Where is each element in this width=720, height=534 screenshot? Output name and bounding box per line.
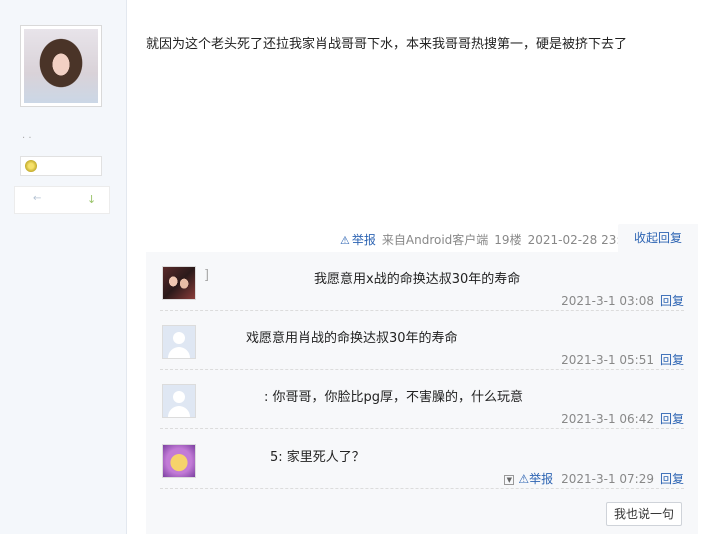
reply-button[interactable]: 回复 bbox=[660, 353, 684, 367]
member-badge[interactable] bbox=[20, 156, 102, 176]
default-avatar-icon[interactable] bbox=[162, 325, 196, 359]
reply-text: 戏愿意用肖战的命换达叔30年的寿命 bbox=[246, 331, 458, 346]
reply-time: 2021-3-1 06:42 bbox=[561, 412, 654, 426]
reply-button[interactable]: 回复 bbox=[660, 294, 684, 308]
add-comment-button[interactable]: 我也说一句 bbox=[606, 502, 682, 526]
reply-button[interactable]: 回复 bbox=[660, 412, 684, 426]
default-avatar-icon[interactable] bbox=[162, 384, 196, 418]
level-box: ← ↓ bbox=[14, 186, 110, 214]
username-dots: . . bbox=[22, 130, 32, 141]
reply-username-fragment: ] bbox=[204, 268, 210, 283]
reply-meta: 2021-3-1 05:51 回复 bbox=[561, 351, 684, 368]
reply-item: 戏愿意用肖战的命换达叔30年的寿命 2021-3-1 05:51 回复 bbox=[160, 313, 684, 370]
user-sidebar: . . ← ↓ bbox=[0, 0, 127, 534]
user-avatar[interactable] bbox=[20, 25, 102, 107]
warning-icon: ⚠ bbox=[518, 472, 530, 486]
warning-icon: ⚠ bbox=[340, 234, 350, 247]
report-link[interactable]: 举报 bbox=[352, 233, 376, 247]
reply-meta: ▼ ⚠举报 2021-3-1 07:29 回复 bbox=[504, 470, 684, 487]
reply-text: : 你哥哥，你脸比pg厚，不害臊的，什么玩意 bbox=[264, 390, 524, 405]
medal-icon bbox=[25, 160, 37, 172]
post-meta: ⚠ 举报 来自Android客户端 19楼 2021-02-28 23:58 bbox=[340, 231, 636, 248]
collapse-replies-button[interactable]: 收起回复 bbox=[618, 224, 698, 252]
reply-text: 我愿意用x战的命换达叔30年的寿命 bbox=[314, 272, 521, 287]
reply-avatar[interactable] bbox=[162, 444, 196, 478]
arrow-left-icon: ← bbox=[33, 193, 42, 204]
reply-time: 2021-3-1 07:29 bbox=[561, 472, 654, 486]
post-content: 就因为这个老头死了还拉我家肖战哥哥下水，本来我哥哥热搜第一，硬是被挤下去了 bbox=[146, 37, 628, 52]
reply-time: 2021-3-1 03:08 bbox=[561, 294, 654, 308]
post-source: 来自Android客户端 bbox=[381, 233, 489, 247]
reply-item: : 你哥哥，你脸比pg厚，不害臊的，什么玩意 2021-3-1 06:42 回复 bbox=[160, 372, 684, 429]
reply-meta: 2021-3-1 06:42 回复 bbox=[561, 410, 684, 427]
dropdown-icon[interactable]: ▼ bbox=[504, 474, 515, 485]
report-link[interactable]: ⚠举报 bbox=[518, 472, 553, 486]
reply-text: 5: 家里死人了？ bbox=[270, 450, 365, 465]
reply-meta: 2021-3-1 03:08 回复 bbox=[561, 292, 684, 309]
avatar-photo bbox=[24, 29, 98, 103]
reply-time: 2021-3-1 05:51 bbox=[561, 353, 654, 367]
report-label: 举报 bbox=[529, 472, 554, 486]
reply-item: ] 我愿意用x战的命换达叔30年的寿命 2021-3-1 03:08 回复 bbox=[160, 254, 684, 311]
reply-button[interactable]: 回复 bbox=[660, 472, 684, 486]
reply-panel: ] 我愿意用x战的命换达叔30年的寿命 2021-3-1 03:08 回复 戏愿意… bbox=[146, 252, 698, 534]
arrow-down-icon: ↓ bbox=[87, 193, 97, 206]
post-floor: 19楼 bbox=[494, 233, 522, 247]
reply-avatar[interactable] bbox=[162, 266, 196, 300]
reply-item: 5: 家里死人了？ ▼ ⚠举报 2021-3-1 07:29 回复 bbox=[160, 432, 684, 489]
